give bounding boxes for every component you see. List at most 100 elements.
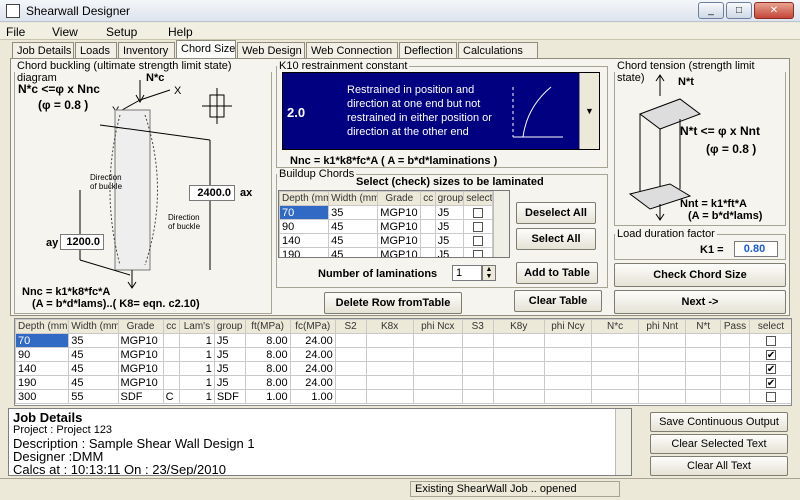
tab-job-details[interactable]: Job Details xyxy=(12,42,74,59)
cell: 140 xyxy=(279,233,330,248)
ay-input[interactable]: 1200.0 xyxy=(60,234,104,250)
row-checkbox[interactable] xyxy=(748,389,791,404)
laminations-spinner[interactable]: ▲ ▼ xyxy=(482,265,496,281)
k10-description: Restrained in position and direction at … xyxy=(347,84,492,138)
log-line: Description : Sample Shear Wall Design 1 xyxy=(13,436,255,451)
maximize-button[interactable]: □ xyxy=(726,2,752,19)
cell xyxy=(492,347,545,362)
table-row[interactable]: 300 55 SDF C 1 SDF 1.00 1.00 xyxy=(15,389,791,404)
row-checkbox[interactable] xyxy=(463,233,493,248)
nnt-formula: Nnt = k1*ft*A xyxy=(680,198,747,210)
check-chord-size-button[interactable]: Check Chord Size xyxy=(614,263,786,287)
menu-file[interactable]: File xyxy=(6,25,25,39)
log-scrollbar[interactable] xyxy=(615,409,631,475)
log-heading: Job Details xyxy=(13,410,83,425)
col-k8x: K8x xyxy=(365,319,414,334)
cell xyxy=(420,247,436,257)
cell xyxy=(334,361,367,376)
chevron-down-icon[interactable]: ▼ xyxy=(579,73,599,149)
table-row[interactable]: 190 45 MGP10 1 J5 8.00 24.00 ✔ xyxy=(15,375,791,390)
cell: C xyxy=(162,389,180,404)
cell: J5 xyxy=(213,375,246,390)
tab-web-connection[interactable]: Web Connection xyxy=(306,42,398,59)
menu-view[interactable]: View xyxy=(52,25,78,39)
delete-row-button[interactable]: Delete Row fromTable xyxy=(324,292,462,314)
add-to-table-button[interactable]: Add to Table xyxy=(516,262,598,284)
cell: 1.00 xyxy=(244,389,291,404)
table-row[interactable]: 70 35 MGP10 J5 xyxy=(279,205,493,220)
cell xyxy=(590,389,640,404)
tab-calculations[interactable]: Calculations xyxy=(458,42,538,59)
window-title: Shearwall Designer xyxy=(26,4,131,18)
status-text: Existing ShearWall Job .. opened xyxy=(410,481,620,497)
row-checkbox[interactable]: ✔ xyxy=(748,375,791,390)
table-row[interactable]: 140 45 MGP10 J5 xyxy=(279,233,493,248)
cell xyxy=(334,333,367,348)
cell: 24.00 xyxy=(289,333,336,348)
k1-input[interactable]: 0.80 xyxy=(734,241,778,257)
menu-setup[interactable]: Setup xyxy=(106,25,137,39)
cell xyxy=(685,333,722,348)
cell: MGP10 xyxy=(377,247,422,257)
cell: 45 xyxy=(68,347,119,362)
next-button[interactable]: Next -> xyxy=(614,290,786,314)
cell xyxy=(720,375,750,390)
menu-help[interactable]: Help xyxy=(168,25,193,39)
cell: 45 xyxy=(328,219,379,234)
cell xyxy=(638,347,687,362)
laminations-input[interactable]: 1 xyxy=(452,265,482,281)
clear-table-button[interactable]: Clear Table xyxy=(514,290,602,312)
row-checkbox[interactable]: ✔ xyxy=(748,361,791,376)
close-button[interactable]: ✕ xyxy=(754,2,794,19)
cell: 45 xyxy=(68,361,119,376)
row-checkbox[interactable] xyxy=(748,333,791,348)
col-s2: S2 xyxy=(334,319,367,334)
table-row[interactable]: 90 45 MGP10 J5 xyxy=(279,219,493,234)
row-checkbox[interactable] xyxy=(463,247,493,257)
log-line: Calcs at : 10:13:11 On : 23/Sep/2010 xyxy=(13,462,226,476)
cell xyxy=(492,375,545,390)
save-output-button[interactable]: Save Continuous Output xyxy=(650,412,788,432)
table-row[interactable]: 70 35 MGP10 1 J5 8.00 24.00 xyxy=(15,333,791,348)
cell: 300 xyxy=(15,389,70,404)
minimize-button[interactable]: _ xyxy=(698,2,724,19)
clear-all-button[interactable]: Clear All Text xyxy=(650,456,788,476)
cell: 1 xyxy=(178,361,215,376)
vertical-scrollbar[interactable] xyxy=(493,191,509,257)
output-log[interactable]: Job Details Project : Project 123 Descri… xyxy=(8,408,632,476)
cell: SDF xyxy=(117,389,164,404)
table-row[interactable]: 140 45 MGP10 1 J5 8.00 24.00 ✔ xyxy=(15,361,791,376)
table-row[interactable]: 90 45 MGP10 1 J5 8.00 24.00 ✔ xyxy=(15,347,791,362)
col-phi-nnt: phi Nnt xyxy=(638,319,687,334)
tab-deflection[interactable]: Deflection xyxy=(399,42,457,59)
cell: 8.00 xyxy=(244,347,291,362)
k10-selector[interactable]: 2.0 Restrained in position and direction… xyxy=(282,72,600,150)
clear-selected-button[interactable]: Clear Selected Text xyxy=(650,434,788,454)
buildup-col-grade: Grade xyxy=(377,191,422,206)
svg-text:Direction: Direction xyxy=(90,173,122,182)
select-all-button[interactable]: Select All xyxy=(516,228,596,250)
nnt-area-formula: (A = b*d*lams) xyxy=(688,210,763,222)
buildup-col-select: select xyxy=(463,191,493,206)
row-checkbox[interactable]: ✔ xyxy=(748,347,791,362)
cell: MGP10 xyxy=(117,347,164,362)
svg-text:of buckle: of buckle xyxy=(90,182,123,191)
title-bar: Shearwall Designer _ □ ✕ xyxy=(0,0,800,22)
cell: 90 xyxy=(15,347,70,362)
svg-text:X: X xyxy=(174,85,182,97)
cell: MGP10 xyxy=(377,233,422,248)
table-row[interactable]: 190 45 MGP10 J5 xyxy=(279,247,493,257)
col-nc: N*c xyxy=(590,319,640,334)
tab-chord-size[interactable]: Chord Size xyxy=(176,40,236,59)
cell: SDF xyxy=(213,389,246,404)
ax-input[interactable]: 2400.0 xyxy=(189,185,235,201)
tab-inventory[interactable]: Inventory xyxy=(118,42,175,59)
tab-loads[interactable]: Loads xyxy=(75,42,117,59)
cell: 90 xyxy=(279,219,330,234)
row-checkbox[interactable] xyxy=(463,219,493,234)
k10-legend: K10 restrainment constant xyxy=(279,60,408,72)
row-checkbox[interactable] xyxy=(463,205,493,220)
deselect-all-button[interactable]: Deselect All xyxy=(516,202,596,224)
tab-web-design[interactable]: Web Design xyxy=(237,42,305,59)
cell xyxy=(685,347,722,362)
